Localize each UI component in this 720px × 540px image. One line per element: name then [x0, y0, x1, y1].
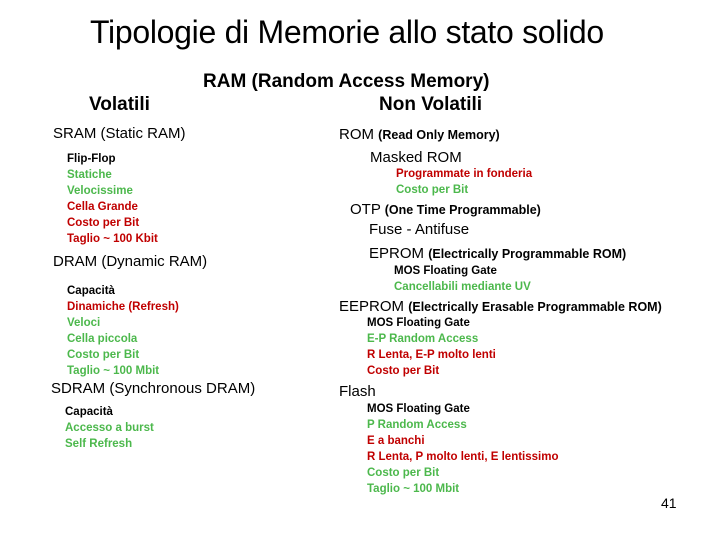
volatile-heading: Volatili [89, 94, 150, 115]
dram-list: Capacità Dinamiche (Refresh) Veloci Cella p… [67, 283, 179, 379]
page-number: 41 [661, 495, 677, 511]
rom-heading: ROM (Read Only Memory) [339, 126, 500, 143]
sdram-list: Capacità Accesso a burst Self Refresh [65, 404, 154, 452]
rom-sub: (Read Only Memory) [378, 128, 500, 142]
list-item: Taglio ~ 100 Mbit [67, 365, 160, 377]
eprom-heading: EPROM (Electrically Programmable ROM) [369, 245, 626, 262]
list-item: Costo per Bit [367, 365, 440, 377]
list-item: Accesso a burst [65, 422, 154, 434]
list-item: Taglio ~ 100 Kbit [67, 233, 158, 245]
sram-heading: SRAM (Static RAM) [53, 125, 186, 142]
list-item: R Lenta, E-P molto lenti [367, 349, 496, 361]
list-item: E a banchi [367, 435, 425, 447]
list-item: P Random Access [367, 419, 467, 431]
eeprom-heading: EEPROM (Electrically Erasable Programmab… [339, 298, 662, 315]
sram-list: Flip-Flop Statiche Velocissime Cella Grande… [67, 151, 158, 247]
eeprom-label: EEPROM [339, 298, 405, 315]
list-item: Programmate in fonderia [396, 168, 533, 180]
ram-heading: RAM (Random Access Memory) [203, 71, 490, 92]
masked-rom-list: Programmate in fonderia Costo per Bit [396, 166, 532, 198]
otp-heading: OTP (One Time Programmable) [350, 201, 541, 218]
list-item: Costo per Bit [67, 217, 140, 229]
list-item: Veloci [67, 317, 101, 329]
list-item: R Lenta, P molto lenti, E lentissimo [367, 451, 559, 463]
eeprom-sub: (Electrically Erasable Programmable ROM) [408, 300, 662, 314]
list-item: Velocissime [67, 185, 133, 197]
list-item: Taglio ~ 100 Mbit [367, 483, 460, 495]
eprom-sub: (Electrically Programmable ROM) [428, 247, 627, 261]
nonvolatile-heading: Non Volatili [379, 94, 483, 115]
list-item: Self Refresh [65, 438, 133, 450]
dram-heading: DRAM (Dynamic RAM) [53, 253, 208, 270]
list-item: MOS Floating Gate [367, 317, 470, 329]
list-item: Capacità [65, 406, 113, 418]
eprom-list: MOS Floating Gate Cancellabili mediante U… [394, 263, 531, 295]
eprom-label: EPROM [369, 245, 425, 262]
list-item: Costo per Bit [67, 349, 140, 361]
list-item: MOS Floating Gate [367, 403, 470, 415]
otp-label: OTP [350, 201, 381, 218]
list-item: Cella Grande [67, 201, 138, 213]
eeprom-list: MOS Floating Gate E-P Random Access R Lent… [367, 315, 496, 379]
list-item: Cella piccola [67, 333, 138, 345]
list-item: MOS Floating Gate [394, 265, 497, 277]
flash-list: MOS Floating Gate P Random Access E a banc… [367, 401, 559, 497]
list-item: Statiche [67, 169, 112, 181]
masked-rom-heading: Masked ROM [370, 149, 462, 166]
list-item: Capacità [67, 285, 115, 297]
fuse-heading: Fuse - Antifuse [369, 221, 470, 238]
list-item: Dinamiche (Refresh) [67, 301, 179, 313]
sdram-heading: SDRAM (Synchronous DRAM) [51, 380, 256, 397]
slide-title: Tipologie di Memorie allo stato solido [90, 14, 604, 50]
otp-sub: (One Time Programmable) [384, 203, 541, 217]
list-item: Flip-Flop [67, 153, 116, 165]
list-item: E-P Random Access [367, 333, 479, 345]
list-item: Cancellabili mediante UV [394, 281, 531, 293]
rom-label: ROM [339, 126, 374, 143]
flash-heading: Flash [339, 383, 376, 400]
list-item: Costo per Bit [367, 467, 440, 479]
list-item: Costo per Bit [396, 184, 469, 196]
